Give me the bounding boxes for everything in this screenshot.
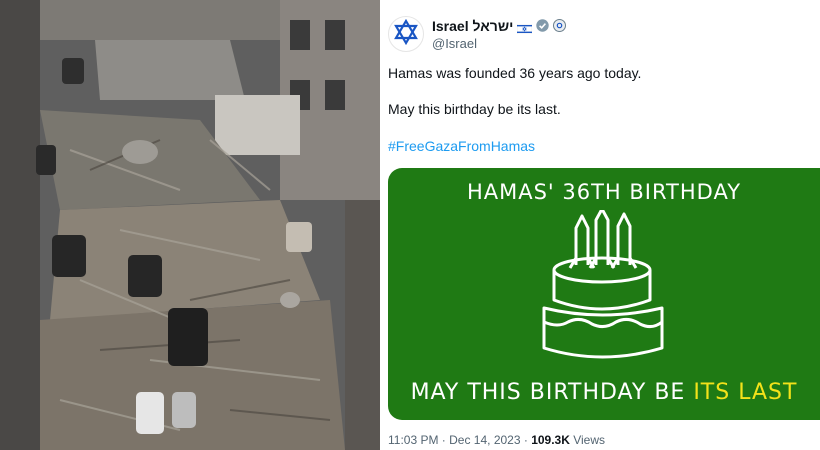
gear-badge-icon[interactable] <box>553 19 567 32</box>
author-names: Israel ישראל @Israel <box>432 18 567 51</box>
timestamp[interactable]: 11:03 PM · Dec 14, 2023 · <box>388 433 531 447</box>
tweet-card: Israel ישראל @Israel Hamas was founded 3… <box>386 0 820 450</box>
tweet-text-line-2: May this birthday be its last. <box>388 101 561 117</box>
tweet-header: Israel ישראל @Israel <box>388 14 567 54</box>
tweet-image-card[interactable]: HAMAS' 36TH BIRTHDAY MAY THIS BIRTHDAY B… <box>388 168 820 420</box>
tweet-text-line-1: Hamas was founded 36 years ago today. <box>388 65 642 81</box>
avatar[interactable] <box>388 16 424 52</box>
star-of-david-icon <box>393 18 419 50</box>
tweet-metadata: 11:03 PM · Dec 14, 2023 · 109.3K Views <box>388 433 605 447</box>
birthday-cake-icon <box>538 207 668 375</box>
verified-badge-icon[interactable] <box>536 19 550 32</box>
card-title: HAMAS' 36TH BIRTHDAY <box>466 180 742 204</box>
user-handle[interactable]: @Israel <box>432 36 566 51</box>
card-tagline: MAY THIS BIRTHDAY BE ITS LAST <box>388 380 820 405</box>
card-tagline-prefix: MAY THIS BIRTHDAY BE <box>410 380 694 405</box>
views-label: Views <box>569 433 606 447</box>
israel-flag-icon <box>517 21 533 34</box>
display-name-row[interactable]: Israel ישראל <box>432 18 567 34</box>
rooftop-destruction-photo <box>0 0 380 450</box>
display-name[interactable]: Israel ישראל <box>432 18 513 34</box>
hashtag-link[interactable]: #FreeGazaFromHamas <box>388 138 535 154</box>
views-count: 109.3K <box>531 433 570 447</box>
photo-illustration <box>0 0 380 450</box>
card-tagline-accent: ITS LAST <box>693 380 798 405</box>
